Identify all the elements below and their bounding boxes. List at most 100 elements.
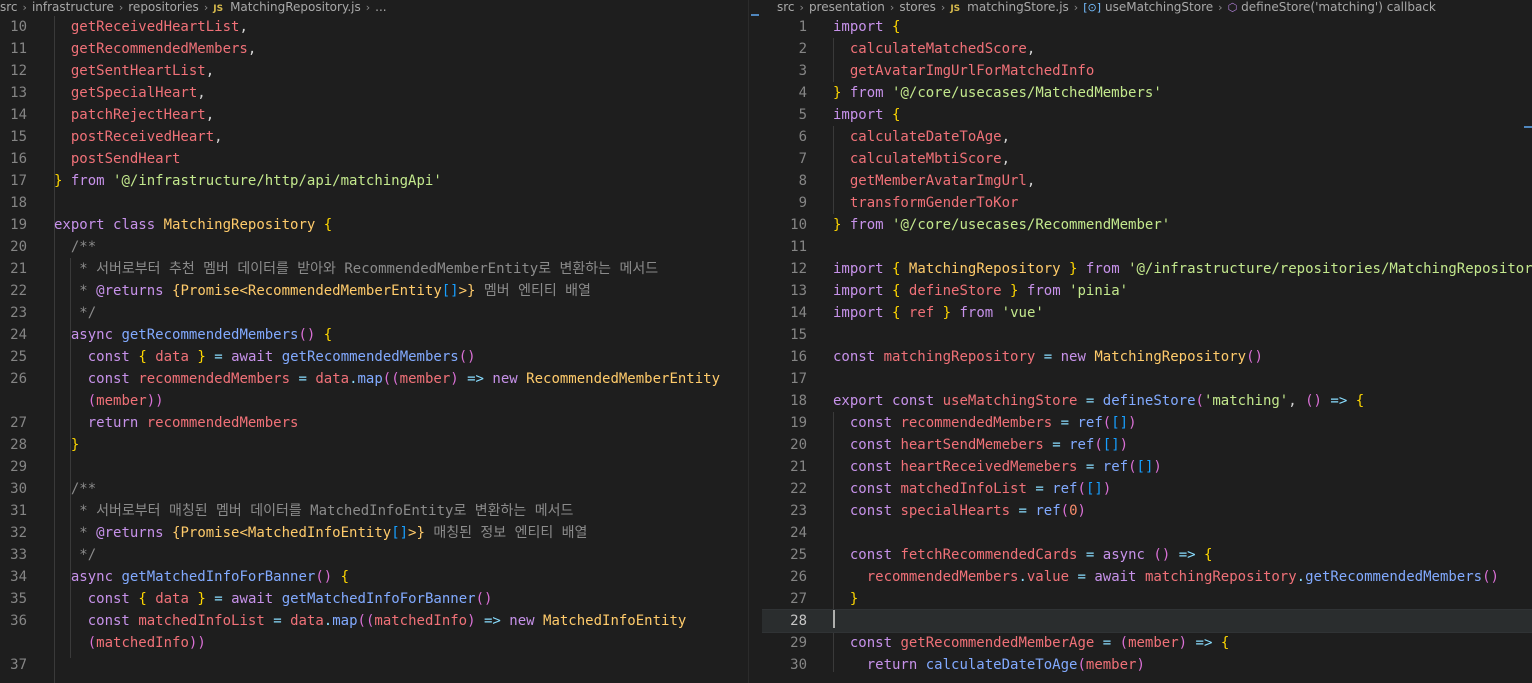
- code-line[interactable]: 19 const recommendedMembers = ref([]): [762, 412, 1532, 434]
- breadcrumb-item-repositories[interactable]: repositories: [128, 0, 199, 14]
- breadcrumb-item-stores[interactable]: stores: [899, 0, 936, 14]
- code-line[interactable]: 24 async getRecommendedMembers() {: [0, 324, 748, 346]
- code-line[interactable]: 6 calculateDateToAge,: [762, 126, 1532, 148]
- code-line[interactable]: 28: [762, 609, 1532, 633]
- code-line[interactable]: 34 async getMatchedInfoForBanner() {: [0, 566, 748, 588]
- code-line[interactable]: 15: [762, 324, 1532, 346]
- left-editor-pane[interactable]: src › infrastructure › repositories › JS Matchi…: [0, 0, 748, 683]
- code-text[interactable]: /**: [54, 236, 748, 258]
- code-line[interactable]: 4} from '@/core/usecases/MatchedMembers': [762, 82, 1532, 104]
- code-text[interactable]: getAvatarImgUrlForMatchedInfo: [833, 60, 1532, 82]
- code-text[interactable]: import { defineStore } from 'pinia': [833, 280, 1532, 302]
- code-text[interactable]: const heartReceivedMemebers = ref([]): [833, 456, 1532, 478]
- code-text[interactable]: export class MatchingRepository {: [54, 214, 748, 236]
- code-area-right[interactable]: 1 import {2 calculateMatchedScore, 3 getAv…: [762, 16, 1532, 676]
- code-line[interactable]: 16 const matchingRepository = new Matchin…: [762, 346, 1532, 368]
- breadcrumb-item-infrastructure[interactable]: infrastructure: [32, 0, 114, 14]
- breadcrumb-item-file[interactable]: matchingStore.js: [967, 0, 1069, 14]
- code-line[interactable]: 36 const matchedInfoList = data.map((mat…: [0, 610, 748, 654]
- code-line[interactable]: 35 const { data } = await getMatchedInfo…: [0, 588, 748, 610]
- code-text[interactable]: [833, 610, 1532, 632]
- code-text[interactable]: return recommendedMembers: [54, 412, 748, 434]
- code-text[interactable]: postSendHeart: [54, 148, 748, 170]
- code-line[interactable]: 25 const fetchRecommendedCards = async (…: [762, 544, 1532, 566]
- code-line[interactable]: 16 postSendHeart: [0, 148, 748, 170]
- code-line[interactable]: 2 calculateMatchedScore,: [762, 38, 1532, 60]
- code-text[interactable]: * 서버로부터 매칭된 멤버 데이터를 MatchedInfoEntity로 변…: [54, 500, 748, 522]
- code-line[interactable]: 8 getMemberAvatarImgUrl,: [762, 170, 1532, 192]
- code-line[interactable]: 15 postReceivedHeart,: [0, 126, 748, 148]
- code-line[interactable]: 21 const heartReceivedMemebers = ref([]): [762, 456, 1532, 478]
- code-text[interactable]: } from '@/core/usecases/MatchedMembers': [833, 82, 1532, 104]
- code-text[interactable]: } from '@/infrastructure/http/api/matchi…: [54, 170, 748, 192]
- code-line[interactable]: 31 * 서버로부터 매칭된 멤버 데이터를 MatchedInfoEntity…: [0, 500, 748, 522]
- code-text[interactable]: const getRecommendedMemberAge = (member)…: [833, 632, 1532, 654]
- code-text[interactable]: const specialHearts = ref(0): [833, 500, 1532, 522]
- code-text[interactable]: * @returns {Promise<RecommendedMemberEnt…: [54, 280, 748, 302]
- breadcrumb-item-symbol[interactable]: useMatchingStore: [1105, 0, 1213, 14]
- code-text[interactable]: */: [54, 302, 748, 324]
- code-line[interactable]: 29: [0, 456, 748, 478]
- code-line[interactable]: 7 calculateMbtiScore,: [762, 148, 1532, 170]
- code-area-left[interactable]: 10 getReceivedHeartList, 11 getRecommende…: [0, 16, 748, 676]
- code-line[interactable]: 30 /**: [0, 478, 748, 500]
- code-text[interactable]: getMemberAvatarImgUrl,: [833, 170, 1532, 192]
- code-text[interactable]: recommendedMembers.value = await matchin…: [833, 566, 1532, 588]
- code-text[interactable]: const { data } = await getMatchedInfoFor…: [54, 588, 748, 610]
- code-text[interactable]: patchRejectHeart,: [54, 104, 748, 126]
- code-line[interactable]: 18: [0, 192, 748, 214]
- code-text[interactable]: import {: [833, 104, 1532, 126]
- code-line[interactable]: 33 */: [0, 544, 748, 566]
- code-line[interactable]: 13 getSpecialHeart,: [0, 82, 748, 104]
- code-text[interactable]: const { data } = await getRecommendedMem…: [54, 346, 748, 368]
- code-text[interactable]: const recommendedMembers = ref([]): [833, 412, 1532, 434]
- code-text[interactable]: const matchingRepository = new MatchingR…: [833, 346, 1532, 368]
- code-line[interactable]: 26 const recommendedMembers = data.map((…: [0, 368, 748, 412]
- code-text[interactable]: getReceivedHeartList,: [54, 16, 748, 38]
- code-line[interactable]: 32 * @returns {Promise<MatchedInfoEntity…: [0, 522, 748, 544]
- code-line[interactable]: 37: [0, 654, 748, 676]
- code-text[interactable]: async getMatchedInfoForBanner() {: [54, 566, 748, 588]
- code-line[interactable]: 1 import {: [762, 16, 1532, 38]
- code-line[interactable]: 21 * 서버로부터 추천 멤버 데이터를 받아와 RecommendedMem…: [0, 258, 748, 280]
- code-line[interactable]: 9 transformGenderToKor: [762, 192, 1532, 214]
- code-line[interactable]: 14 patchRejectHeart,: [0, 104, 748, 126]
- code-text[interactable]: const matchedInfoList = data.map((matche…: [54, 610, 748, 654]
- breadcrumb-item-more[interactable]: ...: [375, 0, 386, 14]
- code-text[interactable]: getRecommendedMembers,: [54, 38, 748, 60]
- breadcrumb-item-presentation[interactable]: presentation: [809, 0, 885, 14]
- code-text[interactable]: }: [54, 434, 748, 456]
- code-line[interactable]: 28 }: [0, 434, 748, 456]
- code-text[interactable]: * @returns {Promise<MatchedInfoEntity[]>…: [54, 522, 748, 544]
- code-text[interactable]: const fetchRecommendedCards = async () =…: [833, 544, 1532, 566]
- code-line[interactable]: 12 import { MatchingRepository } from '@/…: [762, 258, 1532, 280]
- code-text[interactable]: transformGenderToKor: [833, 192, 1532, 214]
- code-text[interactable]: return calculateDateToAge(member): [833, 654, 1532, 676]
- code-line[interactable]: 25 const { data } = await getRecommended…: [0, 346, 748, 368]
- code-text[interactable]: calculateMatchedScore,: [833, 38, 1532, 60]
- code-line[interactable]: 30 return calculateDateToAge(member): [762, 654, 1532, 676]
- code-text[interactable]: import { ref } from 'vue': [833, 302, 1532, 324]
- code-line[interactable]: 22 const matchedInfoList = ref([]): [762, 478, 1532, 500]
- code-text[interactable]: * 서버로부터 추천 멤버 데이터를 받아와 RecommendedMember…: [54, 258, 748, 280]
- code-line[interactable]: 11: [762, 236, 1532, 258]
- code-text[interactable]: const recommendedMembers = data.map((mem…: [54, 368, 748, 412]
- code-line[interactable]: 18 export const useMatchingStore = define…: [762, 390, 1532, 412]
- code-line[interactable]: 13 import { defineStore } from 'pinia': [762, 280, 1532, 302]
- code-line[interactable]: 27 return recommendedMembers: [0, 412, 748, 434]
- code-text[interactable]: import {: [833, 16, 1532, 38]
- breadcrumb-item-file[interactable]: MatchingRepository.js: [230, 0, 361, 14]
- code-line[interactable]: 12 getSentHeartList,: [0, 60, 748, 82]
- code-text[interactable]: */: [54, 544, 748, 566]
- code-line[interactable]: 22 * @returns {Promise<RecommendedMember…: [0, 280, 748, 302]
- code-line[interactable]: 27 }: [762, 588, 1532, 610]
- code-text[interactable]: getSpecialHeart,: [54, 82, 748, 104]
- code-text[interactable]: import { MatchingRepository } from '@/in…: [833, 258, 1532, 280]
- code-text[interactable]: calculateDateToAge,: [833, 126, 1532, 148]
- code-line[interactable]: 24: [762, 522, 1532, 544]
- code-text[interactable]: async getRecommendedMembers() {: [54, 324, 748, 346]
- code-line[interactable]: 20 const heartSendMemebers = ref([]): [762, 434, 1532, 456]
- code-text[interactable]: export const useMatchingStore = defineSt…: [833, 390, 1532, 412]
- breadcrumb-item-src[interactable]: src: [777, 0, 795, 14]
- code-text[interactable]: calculateMbtiScore,: [833, 148, 1532, 170]
